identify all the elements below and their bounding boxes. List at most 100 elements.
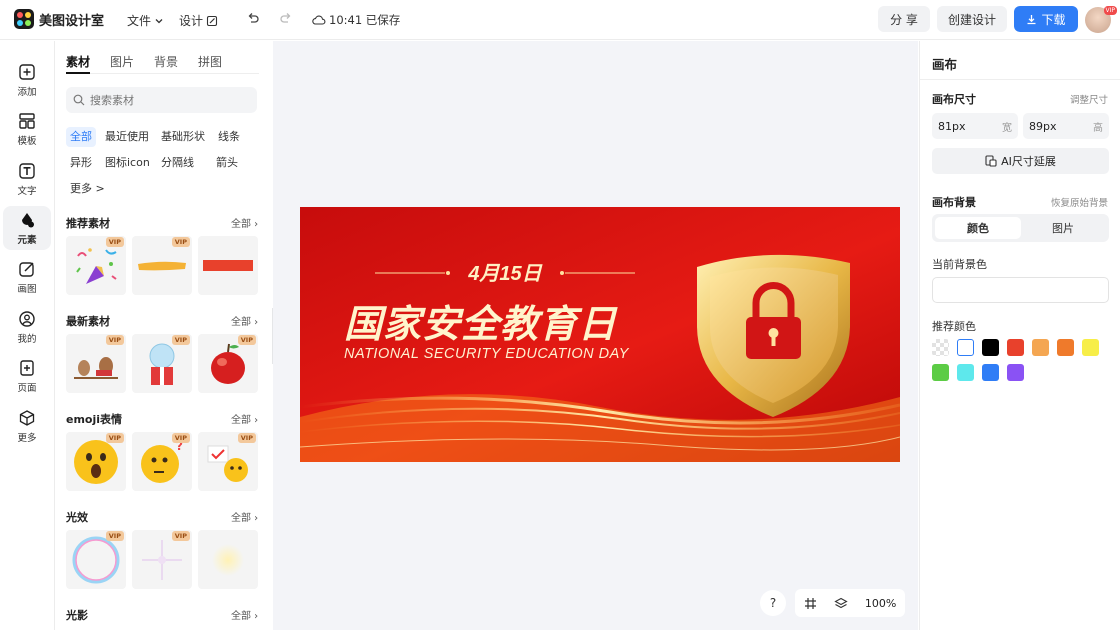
download-button[interactable]: 下载 [1014, 6, 1078, 32]
section-all-emoji[interactable]: 全部 › [231, 411, 258, 426]
section-title-recommended: 推荐素材 [66, 217, 110, 230]
height-field[interactable]: 89px 高 [1023, 113, 1109, 139]
section-all-light-shadow[interactable]: 全部 › [231, 607, 258, 622]
artboard[interactable]: 4月15日 国家安全教育日 NATIONAL SECURITY EDUCATIO… [300, 207, 900, 462]
rail-item-pages[interactable]: 页面 [3, 354, 51, 398]
elements-icon [22, 212, 34, 227]
rail-item-text[interactable]: 文字 [3, 157, 51, 201]
design-menu[interactable]: 设计 [179, 12, 218, 29]
asset-thumb-glow[interactable] [198, 530, 258, 589]
tab-collage[interactable]: 拼图 [198, 53, 222, 74]
user-avatar[interactable]: VIP [1085, 6, 1117, 33]
asset-thumb-bubble[interactable]: VIP [66, 530, 126, 589]
restore-background-link[interactable]: 恢复原始背景 [1051, 195, 1108, 209]
share-button[interactable]: 分 享 [878, 6, 930, 32]
tab-backgrounds[interactable]: 背景 [154, 53, 178, 74]
grid-icon[interactable] [804, 597, 817, 610]
search-input[interactable] [90, 93, 240, 107]
asset-search[interactable] [66, 87, 257, 113]
chip-lines[interactable]: 线条 [214, 127, 244, 147]
redo-icon[interactable] [278, 11, 294, 27]
tab-materials[interactable]: 素材 [66, 53, 91, 74]
rail-item-elements[interactable]: 元素 [3, 206, 51, 250]
rail-item-mine[interactable]: 我的 [3, 305, 51, 349]
vip-badge: VIP [105, 335, 124, 345]
asset-thumb-brush-stroke[interactable]: VIP [132, 236, 192, 295]
swatch-orange[interactable] [1057, 339, 1074, 356]
chip-icons[interactable]: 图标icon [101, 153, 154, 173]
cloud-icon [312, 15, 326, 25]
seg-color[interactable]: 颜色 [935, 217, 1021, 239]
swatch-light-orange[interactable] [1032, 339, 1049, 356]
chevron-down-icon [155, 18, 163, 23]
chip-basic-shapes[interactable]: 基础形状 [157, 127, 209, 147]
vip-badge: VIP [171, 237, 190, 247]
swatch-black[interactable] [982, 339, 999, 356]
create-design-button[interactable]: 创建设计 [937, 6, 1007, 32]
asset-thumb-gift-globe[interactable]: VIP [132, 334, 192, 393]
undo-icon[interactable] [245, 11, 261, 27]
banner-subtitle: NATIONAL SECURITY EDUCATION DAY [344, 346, 629, 362]
swatch-transparent[interactable] [932, 339, 949, 356]
swatch-yellow[interactable] [1082, 339, 1099, 356]
ai-extend-label: AI尺寸延展 [1001, 155, 1056, 168]
rail-item-add[interactable]: 添加 [3, 58, 51, 102]
section-all-latest[interactable]: 全部 › [231, 313, 258, 328]
section-all-light-effects[interactable]: 全部 › [231, 509, 258, 524]
asset-thumb-thinking-emoji[interactable]: ? VIP [132, 432, 192, 491]
vip-badge: VIP [105, 531, 124, 541]
section-title-emoji: emoji表情 [66, 413, 123, 426]
width-field[interactable]: 81px 宽 [932, 113, 1018, 139]
save-status-text: 10:41 已保存 [329, 13, 401, 27]
layers-icon[interactable] [834, 597, 848, 610]
asset-tabs: 素材 图片 背景 拼图 [66, 53, 259, 74]
swatch-blue[interactable] [982, 364, 999, 381]
chip-recent[interactable]: 最近使用 [101, 127, 153, 147]
ai-extend-button[interactable]: AI尺寸延展 [932, 148, 1109, 174]
section-all-recommended[interactable]: 全部 › [231, 215, 258, 230]
chip-arrows[interactable]: 箭头 [212, 153, 242, 173]
vip-badge: VIP [105, 237, 124, 247]
asset-thumb-check-emoji[interactable]: VIP [198, 432, 258, 491]
canvas-stage: 4月15日 国家安全教育日 NATIONAL SECURITY EDUCATIO… [273, 41, 918, 630]
chip-more[interactable]: 更多 > [66, 179, 109, 199]
height-unit: 高 [1093, 122, 1103, 134]
asset-thumb-sleigh[interactable]: VIP [66, 334, 126, 393]
asset-thumb-red-bar[interactable] [198, 236, 258, 295]
vip-badge: VIP [237, 433, 256, 443]
help-button[interactable]: ? [760, 590, 786, 616]
seg-image[interactable]: 图片 [1020, 217, 1106, 239]
swatch-cyan[interactable] [957, 364, 974, 381]
ai-resize-icon [985, 155, 997, 167]
avatar-vip-badge: VIP [1103, 6, 1117, 15]
rail-label-text: 文字 [17, 185, 37, 197]
plus-square-icon [19, 63, 35, 80]
asset-panel: 素材 图片 背景 拼图 全部 最近使用 基础形状 线条 异形 图标icon 分隔… [56, 41, 272, 630]
current-color-field[interactable] [932, 277, 1109, 303]
app-logo[interactable]: 美图设计室 [14, 9, 104, 29]
recommended-colors-label: 推荐颜色 [932, 320, 976, 333]
tab-images[interactable]: 图片 [110, 53, 134, 74]
swatch-red[interactable] [1007, 339, 1024, 356]
swatch-white[interactable] [957, 339, 974, 356]
asset-thumb-sparkle[interactable]: VIP [132, 530, 192, 589]
chip-irregular[interactable]: 异形 [66, 153, 96, 173]
rail-item-templates[interactable]: 模板 [3, 107, 51, 151]
file-menu[interactable]: 文件 [127, 12, 164, 29]
save-status: 10:41 已保存 [312, 12, 400, 28]
swatch-purple[interactable] [1007, 364, 1024, 381]
rail-item-more[interactable]: 更多 [3, 404, 51, 448]
zoom-level[interactable]: 100% [865, 597, 896, 610]
swatch-green[interactable] [932, 364, 949, 381]
divider [920, 79, 1120, 80]
resize-link[interactable]: 调整尺寸 [1070, 92, 1108, 106]
asset-thumb-shocked-emoji[interactable]: VIP [66, 432, 126, 491]
width-value: 81px [938, 119, 966, 133]
rail-item-draw[interactable]: 画图 [3, 255, 51, 299]
tool-rail: 添加 模板 文字 元素 画图 我的 页面 更多 [0, 41, 55, 630]
properties-title: 画布 [932, 57, 958, 72]
asset-thumb-apple[interactable]: VIP [198, 334, 258, 393]
asset-thumb-confetti[interactable]: VIP [66, 236, 126, 295]
chip-all[interactable]: 全部 [66, 127, 96, 147]
chip-dividers[interactable]: 分隔线 [157, 153, 198, 173]
